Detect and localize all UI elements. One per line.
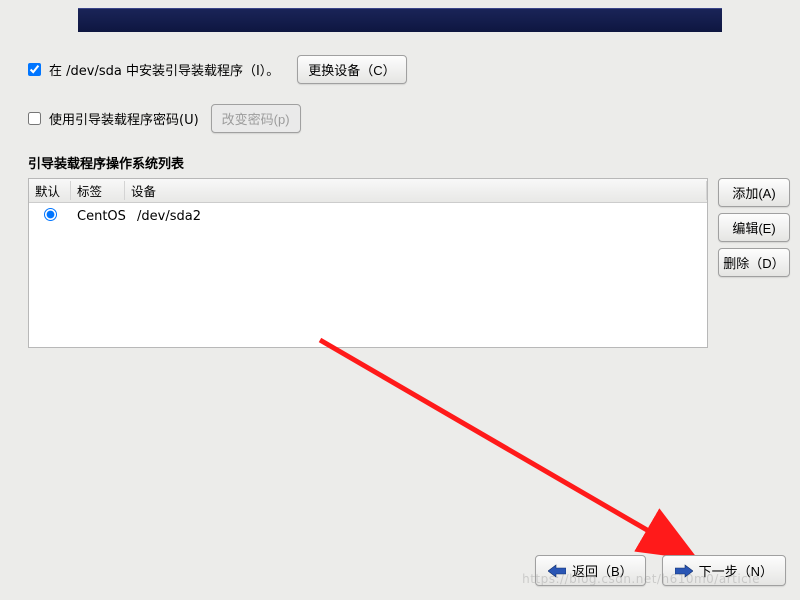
add-button[interactable]: 添加(A) xyxy=(718,178,790,207)
use-password-label: 使用引导装载程序密码(U) xyxy=(49,109,199,128)
side-buttons: 添加(A) 编辑(E) 删除（D） xyxy=(718,178,790,277)
os-table: 默认 标签 设备 CentOS /dev/sda2 xyxy=(28,178,708,348)
change-password-button: 改变密码(p) xyxy=(211,104,301,133)
row-label: CentOS xyxy=(71,209,131,224)
annotation-arrow xyxy=(310,330,730,590)
use-password-checkbox[interactable] xyxy=(28,112,41,125)
table-row[interactable]: CentOS /dev/sda2 xyxy=(29,203,707,229)
install-bootloader-checkbox[interactable] xyxy=(28,63,41,76)
watermark: https://blog.csdn.net/h610m0/article xyxy=(522,572,760,586)
install-bootloader-label: 在 /dev/sda 中安装引导装载程序（I）。 xyxy=(49,60,279,79)
row-default-radio[interactable] xyxy=(29,208,71,225)
change-device-button[interactable]: 更换设备（C） xyxy=(297,55,406,84)
use-password-row: 使用引导装载程序密码(U) 改变密码(p) xyxy=(28,104,792,133)
table-header: 默认 标签 设备 xyxy=(29,179,707,203)
os-list-title: 引导装载程序操作系统列表 xyxy=(28,153,792,172)
row-device: /dev/sda2 xyxy=(131,209,707,224)
col-device[interactable]: 设备 xyxy=(125,181,707,200)
edit-button[interactable]: 编辑(E) xyxy=(718,213,790,242)
delete-button[interactable]: 删除（D） xyxy=(718,248,790,277)
install-bootloader-row: 在 /dev/sda 中安装引导装载程序（I）。 更换设备（C） xyxy=(28,55,792,84)
col-default[interactable]: 默认 xyxy=(29,181,71,200)
header-banner xyxy=(78,8,722,32)
col-label[interactable]: 标签 xyxy=(71,181,125,200)
default-os-radio[interactable] xyxy=(44,208,57,221)
